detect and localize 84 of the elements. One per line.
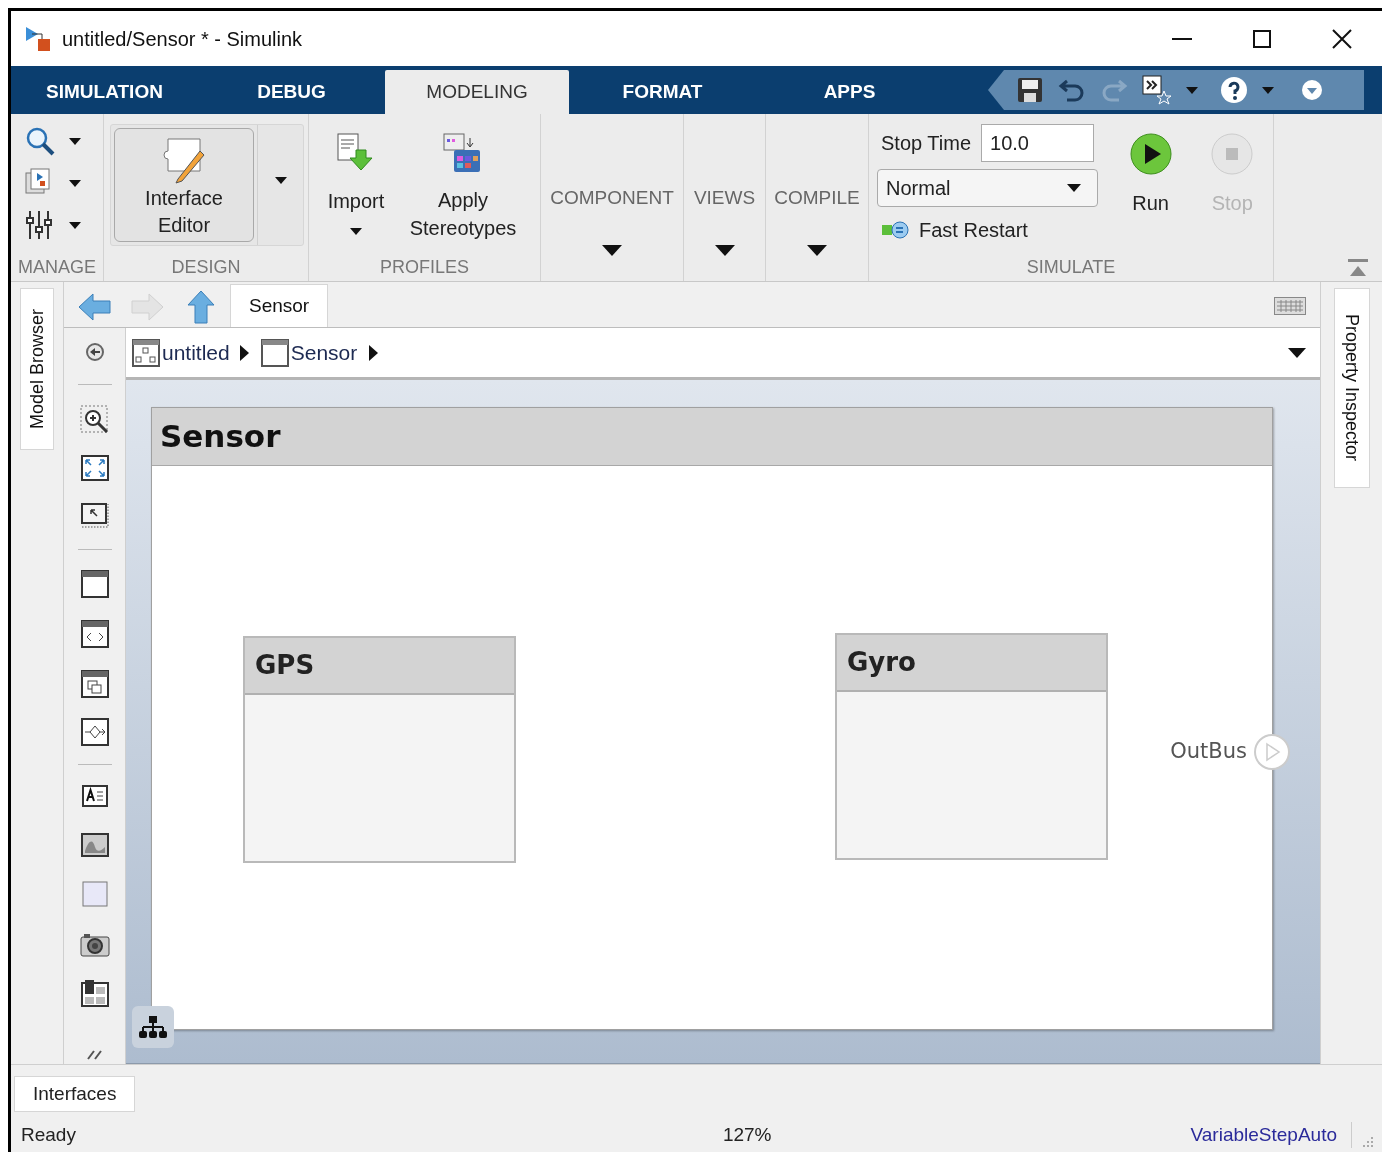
- gallery-button[interactable]: COMPONENT: [541, 114, 683, 281]
- caret-icon[interactable]: [714, 244, 735, 256]
- play-icon[interactable]: [1128, 132, 1173, 176]
- caret-icon[interactable]: [1066, 184, 1081, 192]
- model-browser-tab[interactable]: Model Browser: [20, 288, 54, 450]
- caret-icon[interactable]: [807, 244, 827, 256]
- resize-grip-icon[interactable]: [1362, 1136, 1374, 1148]
- zoom-level: 127%: [722, 1122, 772, 1147]
- window-title: untitled/Sensor * - Simulink: [62, 26, 303, 52]
- fast-restart-button[interactable]: Fast Restart: [881, 215, 1098, 245]
- signal-box-icon[interactable]: [80, 718, 109, 746]
- up-arrow-icon[interactable]: [186, 290, 216, 324]
- caret-icon[interactable]: [69, 221, 81, 229]
- chevron-icon[interactable]: [369, 344, 379, 361]
- hierarchy-icon: [139, 1016, 167, 1038]
- settings-sliders-icon[interactable]: [25, 210, 55, 240]
- caret-icon[interactable]: [69, 179, 81, 187]
- apply-stereotypes-button[interactable]: Apply Stereotypes: [403, 132, 523, 253]
- camera-icon[interactable]: [79, 933, 110, 957]
- search-icon[interactable]: [25, 126, 55, 156]
- port-label: OutBus: [1170, 738, 1247, 766]
- window-icon[interactable]: [80, 570, 109, 598]
- expand-down-icon[interactable]: [1302, 80, 1322, 100]
- panel-tab[interactable]: Interfaces: [14, 1076, 136, 1112]
- simulation-mode-dropdown[interactable]: Normal: [877, 169, 1098, 207]
- section-label: SIMULATE: [1025, 256, 1117, 279]
- window-copy-icon[interactable]: [80, 670, 109, 698]
- window-icon: [260, 338, 289, 367]
- status-text: Ready: [21, 1122, 76, 1147]
- caret-icon[interactable]: [274, 177, 287, 184]
- caret-icon[interactable]: [602, 244, 622, 256]
- keyboard-icon[interactable]: [1274, 297, 1306, 315]
- component-block[interactable]: Gyro: [835, 633, 1108, 860]
- ribbon-tab[interactable]: SIMULATION: [11, 70, 198, 114]
- fit-to-view-icon[interactable]: [80, 455, 109, 481]
- breadcrumb-link[interactable]: Sensor: [290, 336, 358, 369]
- component-title: Sensor: [152, 408, 1272, 466]
- editor-tab[interactable]: Sensor: [230, 284, 329, 327]
- shortcut-star-icon[interactable]: [1142, 75, 1172, 105]
- text-annotation-icon[interactable]: [81, 785, 108, 807]
- back-circle-icon[interactable]: [84, 342, 105, 362]
- breadcrumb-link[interactable]: untitled: [162, 336, 230, 369]
- stop-time-field[interactable]: 10.0: [981, 124, 1095, 162]
- section-label: PROFILES: [379, 256, 470, 279]
- pointer-box-icon[interactable]: [80, 503, 109, 529]
- component-block[interactable]: GPS: [243, 636, 516, 863]
- maximize-icon: [1253, 29, 1271, 48]
- help-icon[interactable]: [1220, 76, 1248, 104]
- ribbon-tab[interactable]: APPS: [756, 70, 943, 114]
- field-label: Stop Time: [881, 131, 972, 156]
- fast-restart-icon[interactable]: [881, 220, 909, 240]
- panel-icon[interactable]: [80, 979, 109, 1007]
- section-label: DESIGN: [170, 256, 242, 279]
- undo-icon[interactable]: [1058, 77, 1086, 103]
- collapse-ribbon-icon[interactable]: [1348, 259, 1368, 277]
- solver-link[interactable]: VariableStepAuto: [1190, 1120, 1337, 1150]
- ribbon-tab[interactable]: FORMAT: [569, 70, 756, 114]
- block-title: Gyro: [837, 635, 1106, 692]
- interface-editor-button[interactable]: Interface Editor: [114, 128, 254, 242]
- section-label: MANAGE: [17, 256, 97, 279]
- app-icon: [24, 24, 52, 53]
- caret-icon[interactable]: [69, 137, 81, 145]
- grip-icon[interactable]: [86, 1050, 103, 1060]
- ribbon-tab[interactable]: DEBUG: [198, 70, 385, 114]
- chevron-icon[interactable]: [239, 344, 249, 361]
- back-arrow-icon[interactable]: [78, 292, 112, 322]
- block-title: GPS: [245, 638, 514, 695]
- minimize-icon: [1172, 37, 1192, 40]
- model-icon: [132, 338, 160, 367]
- caret-icon[interactable]: [350, 228, 362, 235]
- button-label: Interface Editor: [144, 186, 224, 238]
- save-icon[interactable]: [1016, 76, 1044, 104]
- hierarchy-button[interactable]: [132, 1006, 174, 1048]
- image-icon[interactable]: [80, 833, 109, 857]
- window-code-icon[interactable]: [80, 620, 109, 648]
- property-inspector-tab[interactable]: Property Inspector: [1333, 288, 1370, 488]
- dropdown-caret-icon[interactable]: [1288, 347, 1306, 358]
- gallery-button[interactable]: VIEWS: [684, 114, 765, 281]
- import-button[interactable]: Import: [309, 132, 403, 253]
- close-icon: [1332, 28, 1352, 49]
- gallery-button[interactable]: COMPILE: [766, 114, 868, 281]
- zoom-area-icon[interactable]: [79, 405, 110, 435]
- ribbon-tab[interactable]: MODELING: [385, 70, 569, 114]
- run-button[interactable]: Run: [1109, 124, 1192, 253]
